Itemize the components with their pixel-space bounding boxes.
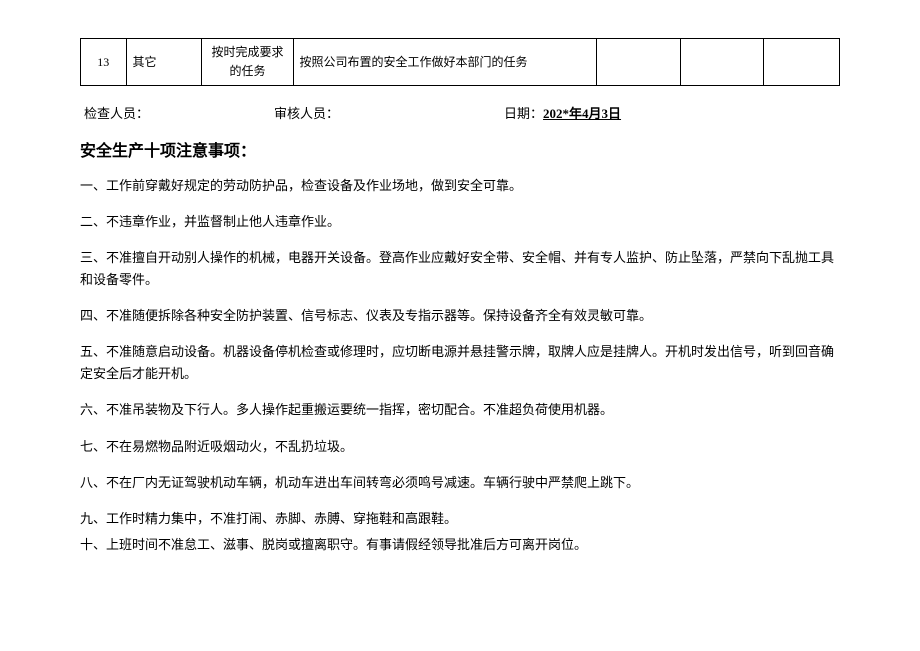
cell-category: 其它 — [126, 39, 202, 86]
cell-index: 13 — [81, 39, 127, 86]
cell-blank — [680, 39, 763, 86]
reviewer-label: 审核人员： — [274, 104, 504, 125]
safety-table: 13 其它 按时完成要求的任务 按照公司布置的安全工作做好本部门的任务 — [80, 38, 840, 86]
notice-item: 六、不准吊装物及下行人。多人操作起重搬运要统一指挥，密切配合。不准超负荷使用机器… — [80, 399, 840, 421]
signature-row: 检查人员： 审核人员： 日期：202*年4月3日 — [80, 104, 840, 125]
section-title: 安全生产十项注意事项： — [80, 139, 840, 165]
notice-item: 五、不准随意启动设备。机器设备停机检查或修理时，应切断电源并悬挂警示牌，取牌人应… — [80, 341, 840, 385]
notice-item: 七、不在易燃物品附近吸烟动火，不乱扔垃圾。 — [80, 436, 840, 458]
inspector-label: 检查人员： — [84, 104, 274, 125]
date-field: 日期：202*年4月3日 — [504, 104, 621, 125]
date-label: 日期： — [504, 106, 543, 121]
notice-item: 三、不准擅自开动别人操作的机械，电器开关设备。登高作业应戴好安全带、安全帽、并有… — [80, 247, 840, 291]
notice-list: 一、工作前穿戴好规定的劳动防护品，检查设备及作业场地，做到安全可靠。 二、不违章… — [80, 175, 840, 556]
cell-blank — [597, 39, 680, 86]
date-value: 202*年4月3日 — [543, 106, 621, 121]
notice-item: 八、不在厂内无证驾驶机动车辆，机动车进出车间转弯必须鸣号减速。车辆行驶中严禁爬上… — [80, 472, 840, 494]
table-row: 13 其它 按时完成要求的任务 按照公司布置的安全工作做好本部门的任务 — [81, 39, 840, 86]
notice-item: 四、不准随便拆除各种安全防护装置、信号标志、仪表及专指示器等。保持设备齐全有效灵… — [80, 305, 840, 327]
cell-description: 按照公司布置的安全工作做好本部门的任务 — [293, 39, 597, 86]
cell-requirement: 按时完成要求的任务 — [202, 39, 293, 86]
cell-blank — [764, 39, 840, 86]
notice-item: 九、工作时精力集中，不准打闹、赤脚、赤膊、穿拖鞋和高跟鞋。 — [80, 508, 840, 530]
notice-item: 二、不违章作业，并监督制止他人违章作业。 — [80, 211, 840, 233]
notice-item: 十、上班时间不准怠工、滋事、脱岗或擅离职守。有事请假经领导批准后方可离开岗位。 — [80, 534, 840, 556]
notice-item: 一、工作前穿戴好规定的劳动防护品，检查设备及作业场地，做到安全可靠。 — [80, 175, 840, 197]
